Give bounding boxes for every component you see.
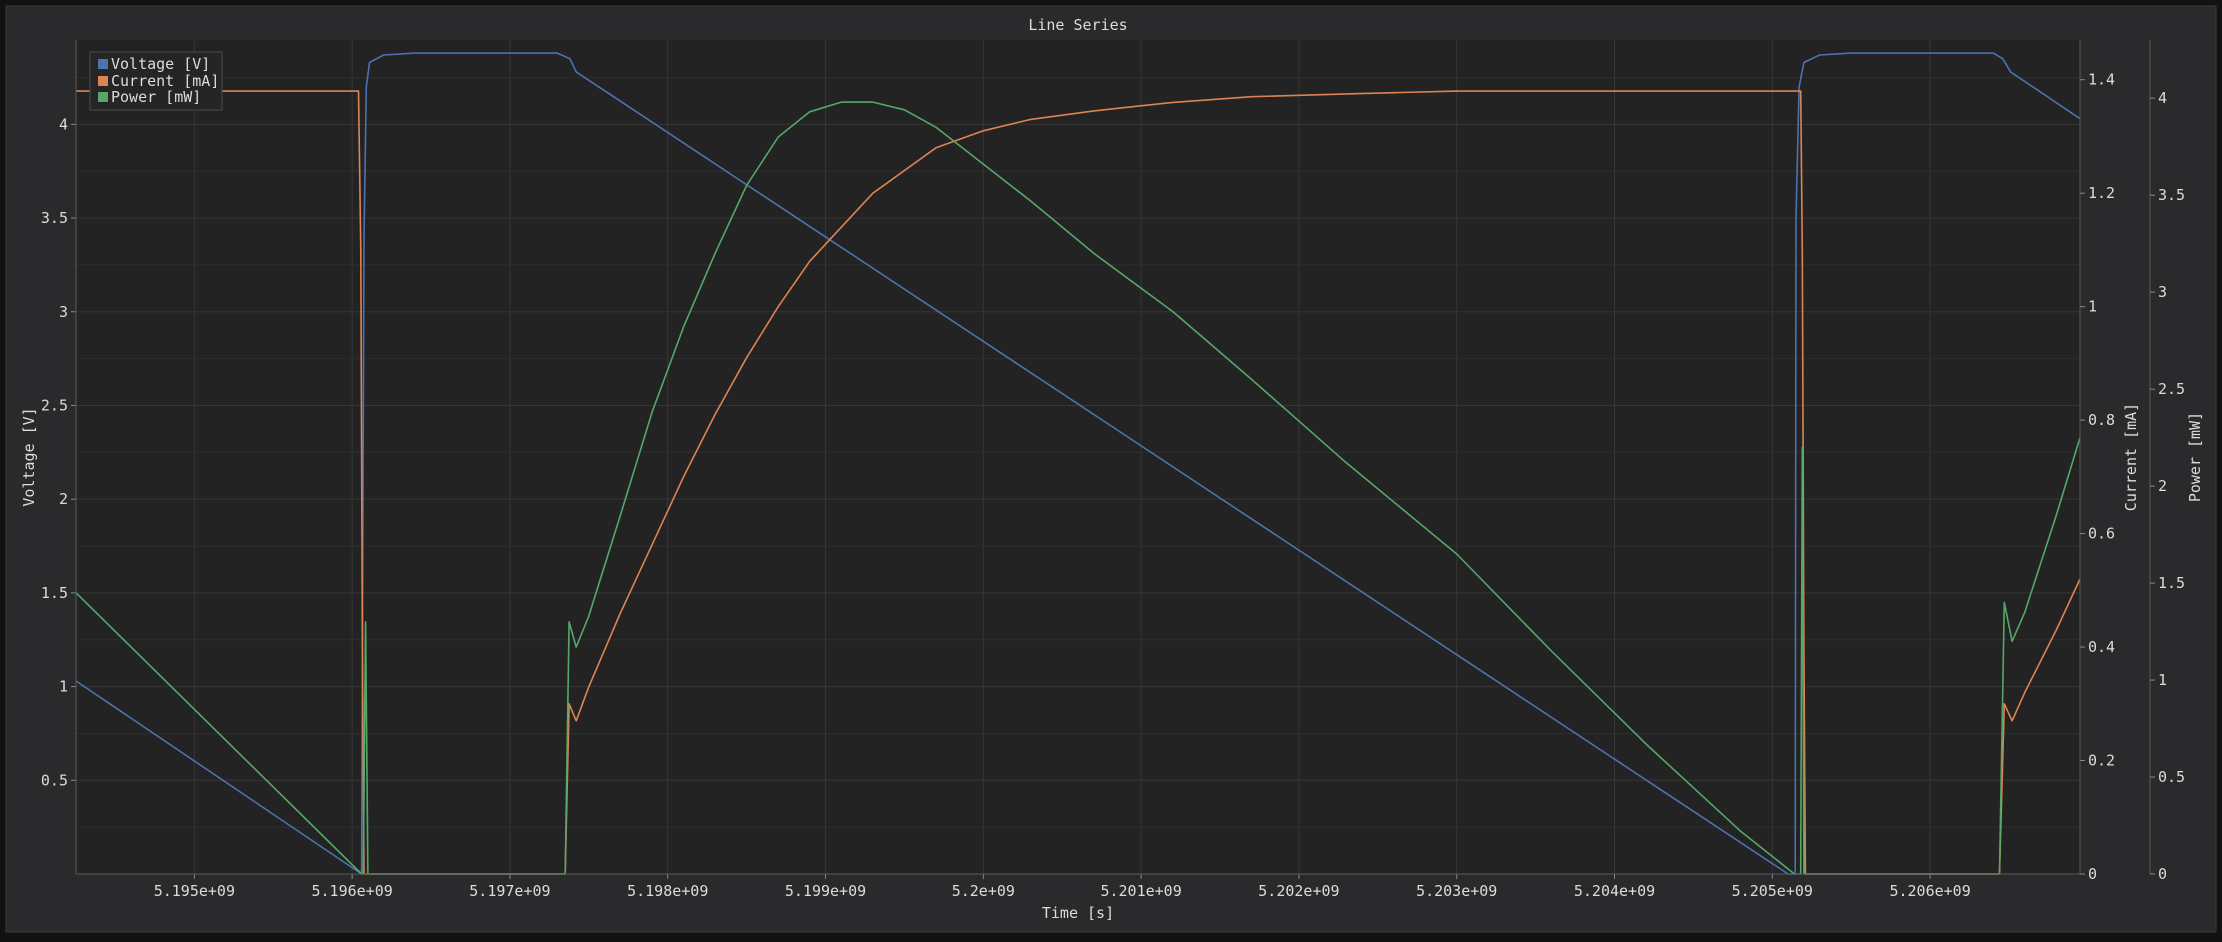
y-tick-label-voltage: 3 xyxy=(59,303,68,321)
legend-label-power: Power [mW] xyxy=(111,88,201,106)
chart-window: 5.195e+09 5.196e+09 5.197e+09 5.198e+09 5.19… xyxy=(0,0,2222,938)
y-tick-label-current: 0 xyxy=(2088,865,2097,883)
y-tick-label-voltage: 0.5 xyxy=(41,771,68,789)
legend[interactable]: Voltage [V] Current [mA] Power [mW] xyxy=(89,51,223,111)
y-tick-label-power: 1 xyxy=(2158,671,2167,689)
y-tick-label-current: 1.2 xyxy=(2088,184,2115,202)
line-series-chart[interactable]: 5.195e+09 5.196e+09 5.197e+09 5.198e+09 5.19… xyxy=(0,0,2222,938)
x-tick-label: 5.205e+09 xyxy=(1732,882,1813,900)
legend-swatch-voltage xyxy=(98,59,108,69)
y-tick-label-power: 3 xyxy=(2158,283,2167,301)
y-tick-label-power: 0.5 xyxy=(2158,768,2185,786)
legend-item-power[interactable]: Power [mW] xyxy=(98,88,201,106)
y-tick-label-voltage: 4 xyxy=(59,115,68,133)
y-tick-label-current: 0.8 xyxy=(2088,411,2115,429)
y-axis-title-power: Power [mW] xyxy=(2186,412,2204,502)
y-tick-label-current: 0.6 xyxy=(2088,525,2115,543)
y-tick-label-current: 0.4 xyxy=(2088,638,2115,656)
x-tick-label: 5.195e+09 xyxy=(154,882,235,900)
legend-item-voltage[interactable]: Voltage [V] xyxy=(98,55,210,73)
y-tick-label-voltage: 2.5 xyxy=(41,396,68,414)
y-tick-label-current: 1.4 xyxy=(2088,71,2115,89)
y-tick-label-power: 3.5 xyxy=(2158,186,2185,204)
x-tick-label: 5.204e+09 xyxy=(1574,882,1655,900)
y-tick-label-power: 4 xyxy=(2158,89,2167,107)
y-tick-label-voltage: 1.5 xyxy=(41,584,68,602)
x-tick-label: 5.202e+09 xyxy=(1258,882,1339,900)
y-tick-label-voltage: 2 xyxy=(59,490,68,508)
x-tick-label: 5.201e+09 xyxy=(1100,882,1181,900)
x-tick-label: 5.197e+09 xyxy=(469,882,550,900)
x-axis-title: Time [s] xyxy=(1042,904,1114,922)
legend-swatch-power xyxy=(98,92,108,102)
x-tick-label: 5.206e+09 xyxy=(1889,882,1970,900)
y-axis-title-current: Current [mA] xyxy=(2122,403,2140,511)
legend-swatch-current xyxy=(98,76,108,86)
plot-area[interactable] xyxy=(76,40,2080,874)
y-tick-label-current: 0.2 xyxy=(2088,752,2115,770)
y-tick-label-current: 1 xyxy=(2088,298,2097,316)
y-axis-title-voltage: Voltage [V] xyxy=(20,407,38,506)
y-tick-label-voltage: 1 xyxy=(59,678,68,696)
chart-title: Line Series xyxy=(1028,16,1127,34)
x-tick-label: 5.2e+09 xyxy=(952,882,1015,900)
y-tick-label-voltage: 3.5 xyxy=(41,209,68,227)
y-tick-label-power: 2 xyxy=(2158,477,2167,495)
y-tick-label-power: 1.5 xyxy=(2158,574,2185,592)
x-tick-label: 5.196e+09 xyxy=(312,882,393,900)
legend-label-voltage: Voltage [V] xyxy=(111,55,210,73)
y-tick-label-power: 2.5 xyxy=(2158,380,2185,398)
x-tick-label: 5.199e+09 xyxy=(785,882,866,900)
x-tick-label: 5.198e+09 xyxy=(627,882,708,900)
y-tick-label-power: 0 xyxy=(2158,865,2167,883)
x-tick-label: 5.203e+09 xyxy=(1416,882,1497,900)
